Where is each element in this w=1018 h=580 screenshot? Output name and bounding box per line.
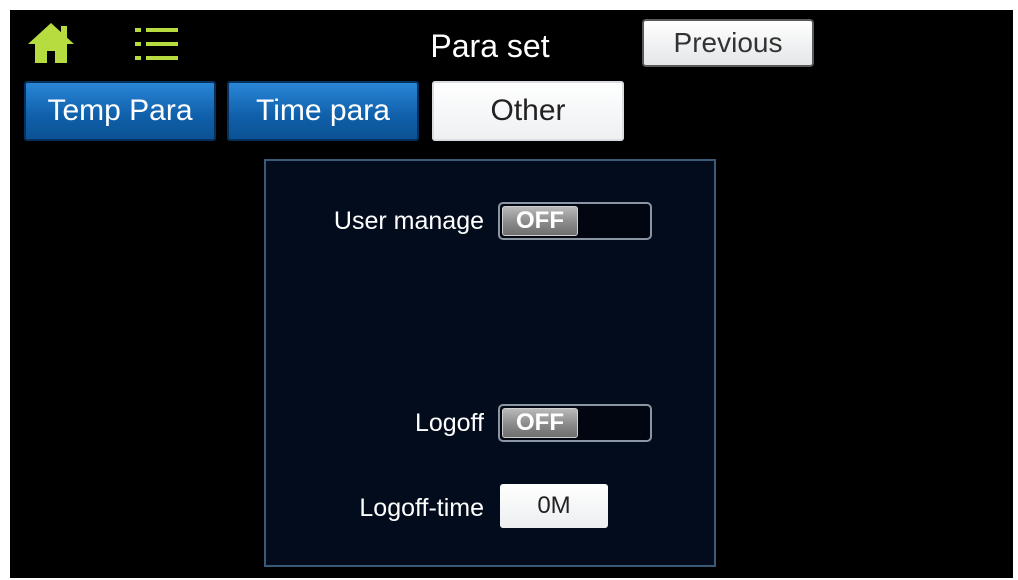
logoff-toggle-state: OFF xyxy=(502,408,578,438)
settings-panel: User manage OFF Logoff OFF Logoff-time 0… xyxy=(264,159,716,567)
home-button[interactable] xyxy=(26,20,76,66)
tab-other[interactable]: Other xyxy=(432,81,624,141)
logoff-time-label: Logoff-time xyxy=(359,494,484,522)
menu-button[interactable] xyxy=(132,24,182,64)
logoff-time-field[interactable]: 0M xyxy=(500,484,608,528)
top-bar: Para set Previous xyxy=(10,10,1013,80)
logoff-toggle[interactable]: OFF xyxy=(498,404,652,442)
list-menu-icon xyxy=(135,28,178,60)
logoff-label: Logoff xyxy=(414,409,484,437)
page-title: Para set xyxy=(430,28,550,64)
user-manage-toggle[interactable]: OFF xyxy=(498,202,652,240)
home-icon xyxy=(28,23,74,63)
previous-button[interactable]: Previous xyxy=(642,19,814,67)
user-manage-toggle-state: OFF xyxy=(502,206,578,236)
hmi-screen: Para set Previous Temp Para Time para Ot… xyxy=(10,10,1013,578)
tab-temp-para[interactable]: Temp Para xyxy=(24,81,216,141)
user-manage-label: User manage xyxy=(333,207,484,235)
tab-time-para[interactable]: Time para xyxy=(227,81,419,141)
